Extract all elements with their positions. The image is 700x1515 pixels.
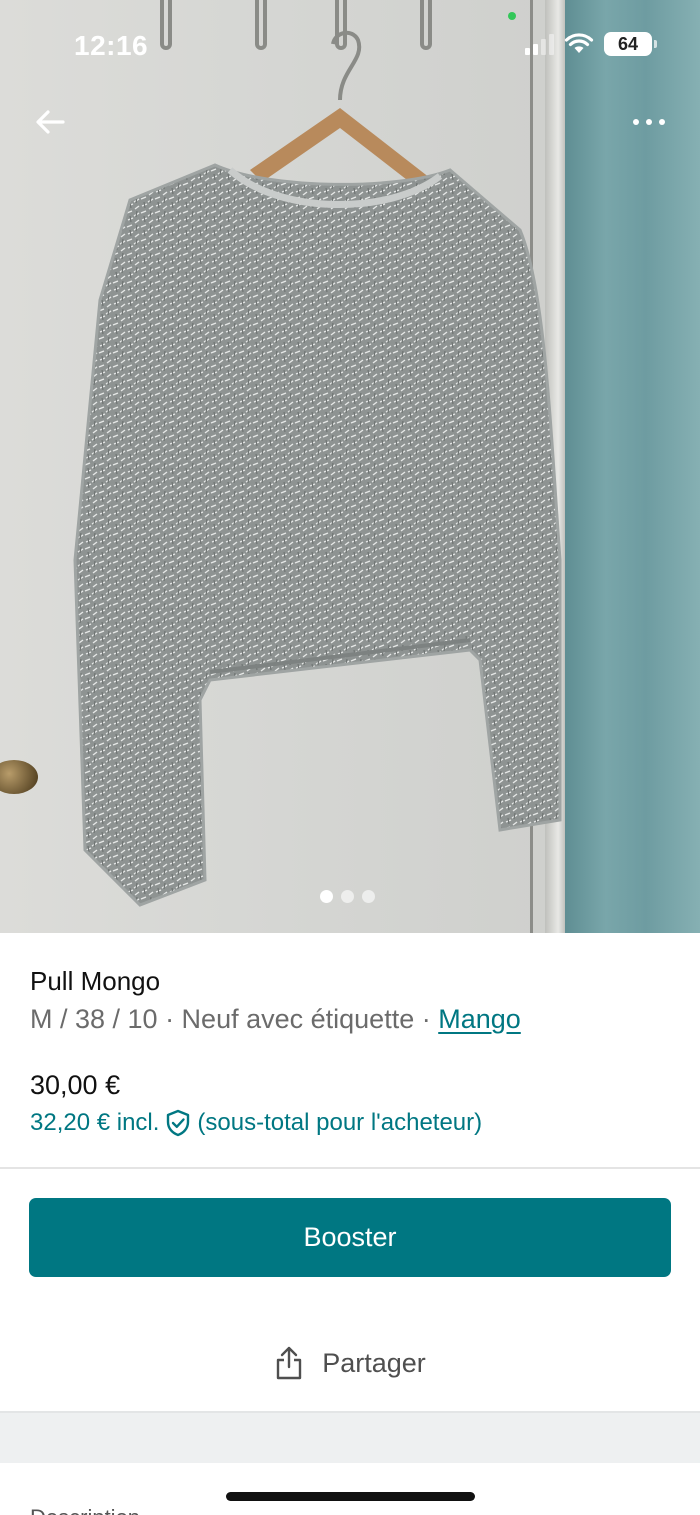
share-icon: [277, 1346, 302, 1380]
item-meta: M / 38 / 10 · Neuf avec étiquette · Mang…: [30, 1004, 521, 1035]
item-size-condition: M / 38 / 10 · Neuf avec étiquette ·: [30, 1004, 439, 1034]
pager-dot-active[interactable]: [320, 890, 333, 903]
cellular-signal-icon: [525, 33, 554, 55]
sweater-illustration: [73, 30, 562, 907]
share-button[interactable]: Partager: [0, 1333, 700, 1393]
buyer-price: 32,20 € incl.: [30, 1109, 160, 1136]
wifi-icon: [564, 33, 594, 55]
image-pager-dots[interactable]: [320, 890, 375, 903]
description-heading: Description: [30, 1505, 140, 1515]
status-time: 12:16: [74, 30, 149, 61]
battery-icon: 64: [604, 32, 657, 56]
item-photo[interactable]: [0, 0, 700, 933]
booster-button[interactable]: Booster: [29, 1198, 671, 1277]
buyer-price-note: (sous-total pour l'acheteur): [197, 1109, 483, 1136]
shield-check-icon: [167, 1109, 190, 1137]
more-dot-icon: [659, 119, 665, 125]
item-title: Pull Mongo: [30, 966, 161, 996]
section-separator: [0, 1411, 700, 1463]
share-label: Partager: [322, 1347, 426, 1378]
status-bar: 12:16 64: [0, 0, 700, 90]
brand-link[interactable]: Mango: [438, 1004, 521, 1034]
status-indicators: 64: [525, 32, 657, 56]
back-button[interactable]: [28, 100, 72, 144]
arrow-left-icon: [36, 110, 65, 134]
more-options-button[interactable]: [624, 100, 674, 144]
pager-dot[interactable]: [362, 890, 375, 903]
more-dot-icon: [646, 119, 652, 125]
buyer-price-info[interactable]: 32,20 € incl. (sous-total pour l'acheteu…: [30, 1109, 482, 1137]
home-indicator[interactable]: [226, 1492, 475, 1501]
pager-dot[interactable]: [341, 890, 354, 903]
divider: [0, 1167, 700, 1169]
more-dot-icon: [633, 119, 639, 125]
item-price: 30,00 €: [30, 1070, 121, 1100]
privacy-indicator-dot: [508, 12, 516, 20]
